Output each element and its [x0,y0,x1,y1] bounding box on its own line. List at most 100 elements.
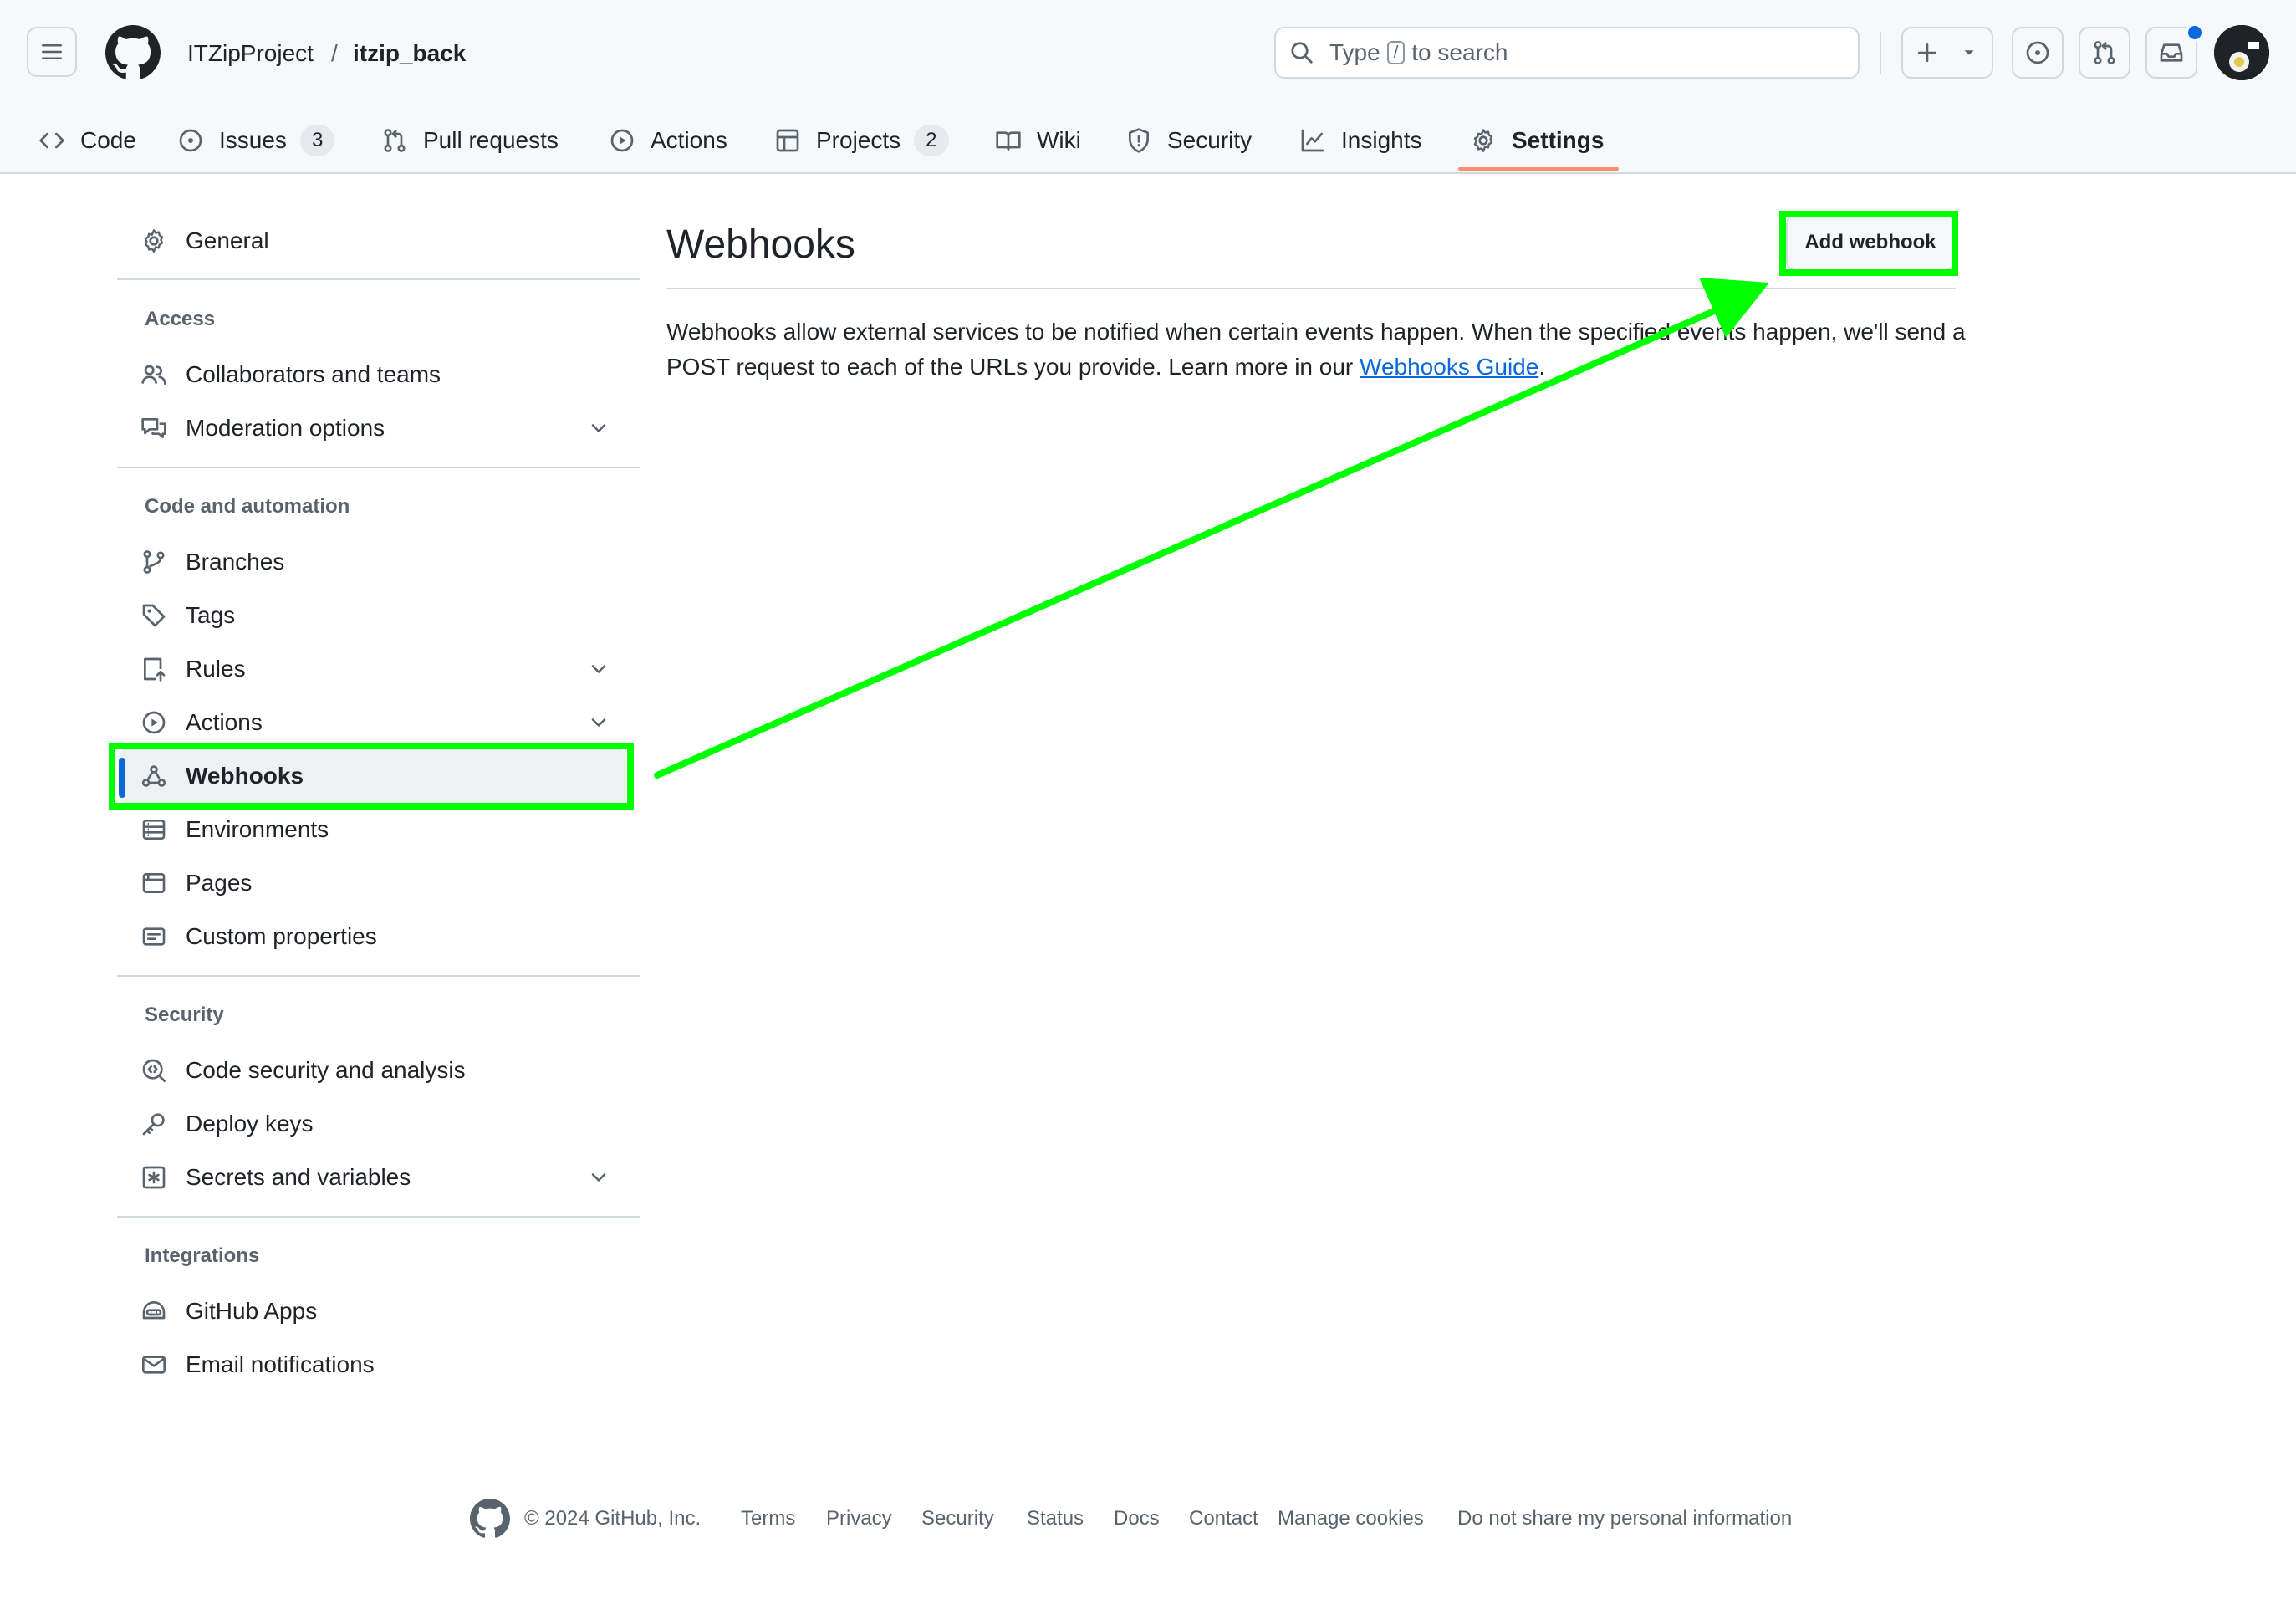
breadcrumb-separator: / [331,40,338,66]
webhooks-description: Webhooks allow external services to be n… [666,314,1971,385]
sidebar-item-deploy-keys[interactable]: Deploy keys [140,1101,314,1147]
create-new-button[interactable] [1901,27,1993,79]
active-tab-indicator [1458,167,1619,171]
sidebar-divider [117,1216,640,1218]
triangle-down-icon [1964,50,1974,55]
tab-pull-requests[interactable]: Pull requests [381,109,559,172]
github-logo-icon[interactable] [105,25,161,80]
sidebar-item-label: Branches [186,549,285,575]
pull-request-icon [384,129,406,152]
gear-icon [144,229,164,253]
key-asterisk-icon [142,1166,166,1189]
tab-insights[interactable]: Insights [1299,109,1422,172]
sidebar-item-label: Actions [186,709,263,735]
tag-icon [142,604,166,627]
server-icon [142,820,166,840]
chevron-down-icon[interactable] [587,657,610,681]
git-branch-icon [143,550,165,574]
issues-count-badge: 3 [299,125,335,156]
sidebar-item-pages[interactable]: Pages [140,860,252,907]
avatar[interactable] [2214,25,2269,80]
sidebar-item-label: Deploy keys [186,1111,314,1137]
tab-label: Security [1167,127,1253,153]
footer-link-contact[interactable]: Contact [1189,1507,1258,1530]
tab-actions[interactable]: Actions [609,109,727,172]
sidebar-item-collaborators[interactable]: Collaborators and teams [140,351,441,398]
sidebar-item-tags[interactable]: Tags [140,592,235,639]
sidebar-item-label: Secrets and variables [186,1164,411,1190]
description-text: Webhooks allow external services to be n… [666,319,1966,380]
sidebar-heading-code-automation: Code and automation [145,495,350,518]
breadcrumb-owner[interactable]: ITZipProject [187,37,314,70]
sidebar-item-environments[interactable]: Environments [140,806,329,853]
sidebar-item-actions[interactable]: Actions [140,699,263,746]
sidebar-heading-security: Security [145,1004,224,1026]
sidebar-divider [117,975,640,977]
sidebar-item-label: Moderation options [186,415,385,441]
sidebar-heading-access: Access [145,308,216,330]
footer-link-status[interactable]: Status [1027,1507,1084,1530]
sidebar-item-label: Email notifications [186,1351,375,1377]
webhooks-guide-link[interactable]: Webhooks Guide [1360,354,1538,380]
tab-security[interactable]: Security [1125,109,1252,172]
search-input[interactable]: Type / to search [1274,27,1860,79]
sidebar-item-branches[interactable]: Branches [140,539,284,585]
footer-link-security[interactable]: Security [921,1507,994,1530]
sidebar-item-email-notifications[interactable]: Email notifications [140,1341,375,1388]
pull-requests-button[interactable] [2079,27,2130,79]
footer-link-terms[interactable]: Terms [741,1507,795,1530]
tab-settings[interactable]: Settings [1470,109,1604,172]
tab-projects[interactable]: Projects 2 [774,109,949,172]
user-avatar-icon [2214,25,2269,80]
issues-button[interactable] [2012,27,2064,79]
footer-link-privacy[interactable]: Privacy [826,1507,892,1530]
menu-button[interactable] [27,27,77,77]
book-icon [996,131,1021,151]
github-logo-icon[interactable] [470,1499,510,1539]
tab-label: Settings [1512,127,1605,153]
sidebar-item-custom-properties[interactable]: Custom properties [140,913,377,960]
sidebar-item-rules[interactable]: Rules [140,646,246,692]
sidebar-item-label: Pages [186,870,253,896]
repo-push-icon [144,657,166,682]
search-shortcut-key: / [1386,41,1406,64]
footer-link-do-not-share[interactable]: Do not share my personal information [1457,1507,1792,1530]
repo-nav: Code Issues 3 Pull requests Actions Proj… [0,109,2296,172]
gear-icon [1473,129,1493,152]
sidebar-item-code-security[interactable]: Code security and analysis [140,1047,466,1094]
sidebar-item-label: GitHub Apps [186,1298,318,1324]
tab-label: Pull requests [423,127,559,153]
footer-link-docs[interactable]: Docs [1114,1507,1160,1530]
table-icon [776,129,799,152]
tab-label: Actions [651,127,727,153]
sidebar-item-github-apps[interactable]: GitHub Apps [140,1288,317,1335]
plus-icon [1917,43,1937,63]
people-icon [141,365,166,385]
mail-icon [142,1356,166,1374]
issue-icon [2026,41,2049,64]
projects-count-badge: 2 [914,125,949,156]
shield-icon [1129,128,1149,153]
sidebar-item-moderation[interactable]: Moderation options [140,405,385,452]
tab-issues[interactable]: Issues 3 [177,109,335,172]
breadcrumb-repo[interactable]: itzip_back [353,37,466,70]
play-icon [610,129,634,152]
sidebar-item-label: Collaborators and teams [186,361,441,387]
sidebar-item-general[interactable]: General [140,217,269,264]
sidebar-divider [117,467,640,468]
tab-wiki[interactable]: Wiki [995,109,1081,172]
chevron-down-icon[interactable] [587,1166,610,1189]
footer-link-manage-cookies[interactable]: Manage cookies [1278,1507,1424,1530]
hubot-icon [142,1301,166,1320]
tab-label: Issues [219,127,287,153]
tab-label: Code [80,127,136,153]
annotation-highlight-webhooks [109,743,634,810]
note-icon [142,927,166,946]
chevron-down-icon[interactable] [587,416,610,440]
tab-code[interactable]: Code [38,109,136,172]
codescan-icon [142,1059,166,1082]
sidebar-item-secrets[interactable]: Secrets and variables [140,1154,411,1201]
chevron-down-icon[interactable] [587,711,610,734]
key-icon [142,1113,165,1136]
title-divider [666,288,1956,289]
